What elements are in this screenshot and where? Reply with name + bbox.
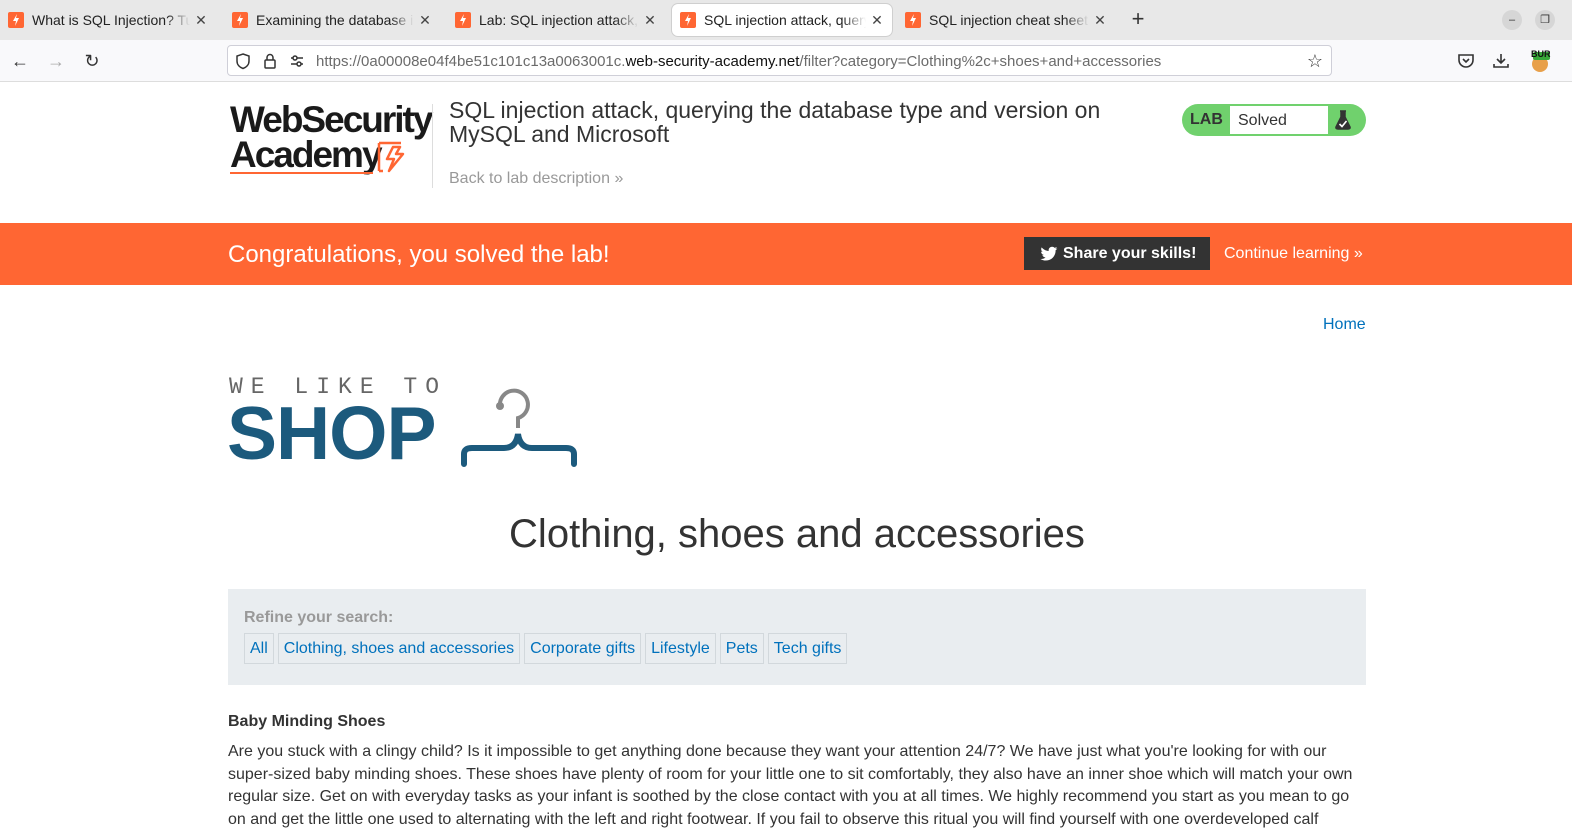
logo-line-1: WebSecurity [230,99,433,140]
back-arrow-icon[interactable]: ← [10,51,30,71]
portswigger-favicon-icon [232,12,248,28]
category-title: Clothing, shoes and accessories [509,512,1085,556]
browser-nav-bar: ← → ↻ https://0a00008e04f4be51c101c13a00… [0,40,1572,82]
back-to-lab-description-link[interactable]: Back to lab description » [449,170,623,188]
portswigger-favicon-icon [680,12,696,28]
double-chevron-right-icon: » [1353,245,1363,262]
tab-close-icon[interactable]: ✕ [643,12,657,29]
extension-badge: BUR [1531,49,1551,59]
url-prefix: https://0a00008e04f4be51c101c13a0063001c… [316,53,626,70]
url-text[interactable]: https://0a00008e04f4be51c101c13a0063001c… [316,53,1161,70]
product-description: Are you stuck with a clingy child? Is it… [228,743,1353,828]
bookmark-star-icon[interactable]: ☆ [1307,51,1323,72]
url-host: web-security-academy.net [625,53,800,70]
filter-pets[interactable]: Pets [719,633,764,664]
filter-all[interactable]: All [244,633,274,664]
tab-title: What is SQL Injection? Tutorial [32,12,190,28]
solved-banner: Congratulations, you solved the lab! Sha… [0,223,1572,285]
flask-icon [1335,110,1351,130]
lightning-bolt-icon [377,141,405,173]
share-your-skills-button[interactable]: Share your skills! [1024,237,1210,270]
browser-tab-active[interactable]: SQL injection attack, querying the ✕ [672,4,892,36]
continue-learning-label: Continue learning [1224,245,1350,262]
browser-tab-bar: What is SQL Injection? Tutorial ✕ Examin… [0,0,1572,40]
lab-title: SQL injection attack, querying the datab… [449,97,1101,147]
minimize-window-icon[interactable]: – [1502,10,1522,30]
lock-icon[interactable] [261,52,279,70]
burp-extension-icon[interactable]: BUR [1528,49,1552,72]
portswigger-favicon-icon [8,12,24,28]
download-icon[interactable] [1491,51,1511,71]
new-tab-button[interactable]: + [1126,8,1150,32]
lab-badge-label: LAB [1190,111,1223,128]
browser-tab[interactable]: Examining the database in SQL ✕ [224,4,440,36]
tab-title: Examining the database in SQL [256,12,414,28]
lab-status-badge: LAB Solved [1182,104,1366,136]
twitter-bird-icon [1040,246,1058,261]
browser-tab[interactable]: Lab: SQL injection attack, querying ✕ [447,4,665,36]
filter-clothing-shoes-accessories[interactable]: Clothing, shoes and accessories [277,633,521,664]
filter-corporate-gifts[interactable]: Corporate gifts [524,633,642,664]
tab-close-icon[interactable]: ✕ [1093,12,1107,29]
tab-title: Lab: SQL injection attack, querying [479,12,639,28]
category-filter-list: All Clothing, shoes and accessories Corp… [244,633,848,664]
browser-tab[interactable]: SQL injection cheat sheet ✕ [897,4,1115,36]
header-divider [432,104,433,188]
double-chevron-right-icon: » [614,170,624,187]
forward-arrow-icon[interactable]: → [46,51,66,71]
academy-header: WebSecurity Academy SQL injection attack… [0,82,1572,223]
filter-tech-gifts[interactable]: Tech gifts [767,633,848,664]
pocket-icon[interactable] [1456,51,1476,71]
portswigger-favicon-icon [455,12,471,28]
logo-underline [230,172,373,174]
tab-title: SQL injection cheat sheet [929,12,1089,28]
share-button-label: Share your skills! [1063,244,1197,262]
lab-status-text: Solved [1238,112,1287,129]
address-bar[interactable]: https://0a00008e04f4be51c101c13a0063001c… [227,45,1332,76]
browser-tab[interactable]: What is SQL Injection? Tutorial ✕ [0,4,216,36]
lab-status-box: Solved [1230,106,1328,134]
continue-learning-link[interactable]: Continue learning » [1224,245,1363,263]
coat-hanger-icon [461,388,577,467]
shop-logo-word: SHOP [227,391,437,475]
refine-search-label: Refine your search: [244,609,394,626]
filter-lifestyle[interactable]: Lifestyle [645,633,716,664]
we-like-to-shop-logo: WE LIKE TO SHOP [227,374,587,474]
restore-window-icon[interactable]: ❐ [1535,10,1555,30]
url-path: /filter?category=Clothing%2c+shoes+and+a… [799,53,1162,70]
web-security-academy-logo[interactable]: WebSecurity Academy [230,99,433,174]
reload-icon[interactable]: ↻ [82,51,102,71]
tab-title: SQL injection attack, querying the [704,12,866,28]
congratulations-message: Congratulations, you solved the lab! [228,241,610,268]
permissions-icon[interactable] [288,52,306,70]
refine-search-panel: Refine your search: All Clothing, shoes … [228,589,1366,685]
shield-icon[interactable] [234,52,252,70]
tab-close-icon[interactable]: ✕ [870,12,884,29]
back-link-label: Back to lab description [449,170,610,187]
product-name: Baby Minding Shoes [228,713,386,730]
tab-close-icon[interactable]: ✕ [194,12,208,29]
portswigger-favicon-icon [905,12,921,28]
tab-close-icon[interactable]: ✕ [418,12,432,29]
home-link[interactable]: Home [1323,316,1366,334]
